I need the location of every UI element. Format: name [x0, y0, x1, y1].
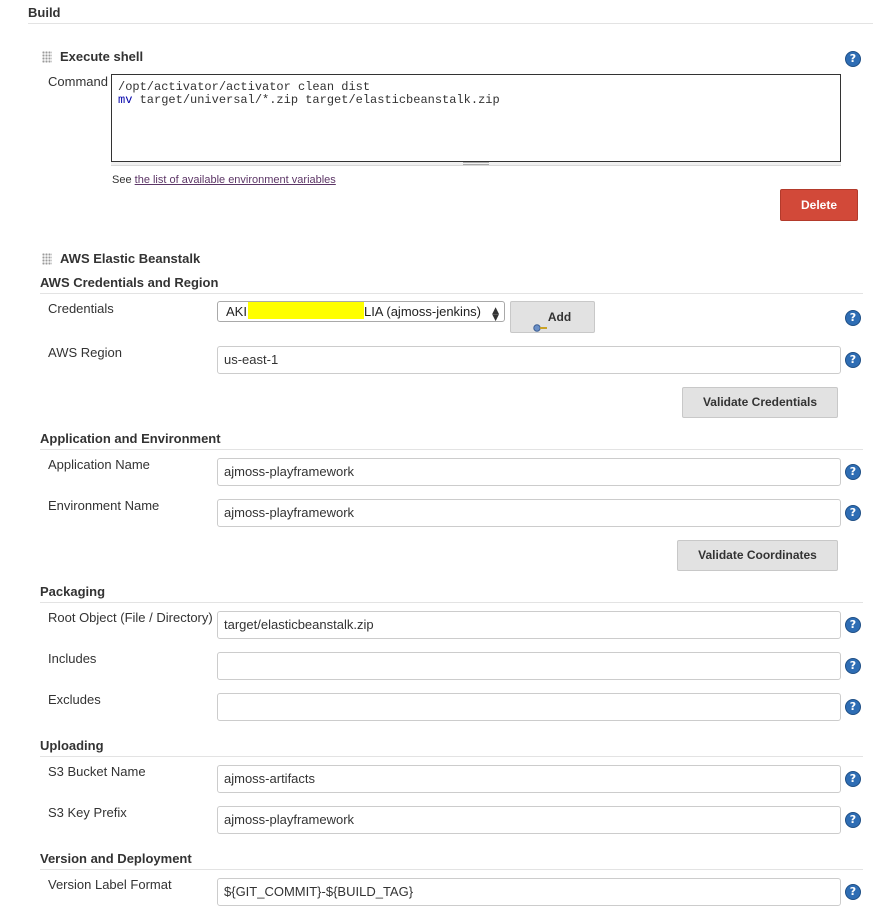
help-icon[interactable]: ? — [845, 310, 861, 326]
region-label: AWS Region — [48, 345, 122, 360]
root-object-label: Root Object (File / Directory) — [48, 610, 213, 625]
env-name-input[interactable]: ajmoss-playframework — [217, 499, 841, 527]
app-name-input[interactable]: ajmoss-playframework — [217, 458, 841, 486]
credentials-label: Credentials — [48, 301, 114, 316]
textarea-resize-bar[interactable] — [111, 162, 841, 166]
bucket-input[interactable]: ajmoss-artifacts — [217, 765, 841, 793]
validate-credentials-button[interactable]: Validate Credentials — [682, 387, 838, 418]
key-prefix-label: S3 Key Prefix — [48, 805, 127, 820]
delete-button[interactable]: Delete — [780, 189, 858, 221]
help-icon[interactable]: ? — [845, 352, 861, 368]
build-section-title: Build — [28, 5, 61, 20]
shell-keyword: mv — [118, 93, 133, 107]
uploading-section-title: Uploading — [40, 738, 104, 753]
includes-label: Includes — [48, 651, 97, 666]
divider — [40, 869, 863, 870]
env-vars-hint: See the list of available environment va… — [112, 174, 336, 186]
divider — [40, 293, 863, 294]
beanstalk-title: AWS Elastic Beanstalk — [60, 251, 201, 266]
key-prefix-input[interactable]: ajmoss-playframework — [217, 806, 841, 834]
app-section-title: Application and Environment — [40, 431, 221, 446]
divider — [40, 756, 863, 757]
help-icon[interactable]: ? — [845, 812, 861, 828]
includes-input[interactable] — [217, 652, 841, 680]
root-object-input[interactable]: target/elasticbeanstalk.zip — [217, 611, 841, 639]
add-credentials-button[interactable]: Add — [510, 301, 595, 333]
command-line: mv target/universal/*.zip target/elastic… — [118, 94, 834, 107]
help-icon[interactable]: ? — [845, 658, 861, 674]
add-label: Add — [547, 310, 572, 324]
help-icon[interactable]: ? — [845, 505, 861, 521]
help-icon[interactable]: ? — [845, 617, 861, 633]
command-label: Command — [48, 74, 108, 89]
version-label-format-input[interactable]: ${GIT_COMMIT}-${BUILD_TAG} — [217, 878, 841, 906]
divider — [40, 602, 863, 603]
validate-coordinates-button[interactable]: Validate Coordinates — [677, 540, 838, 571]
excludes-label: Excludes — [48, 692, 101, 707]
bucket-label: S3 Bucket Name — [48, 764, 146, 779]
redaction-highlight — [247, 302, 364, 319]
key-icon — [533, 313, 547, 332]
help-icon[interactable]: ? — [845, 771, 861, 787]
command-textarea[interactable]: /opt/activator/activator clean dist mv t… — [111, 74, 841, 162]
credentials-suffix: LIA (ajmoss-jenkins) — [363, 304, 482, 319]
version-label-format-label: Version Label Format — [48, 877, 172, 892]
resize-grip-icon[interactable] — [463, 162, 489, 165]
execute-shell-title: Execute shell — [60, 49, 144, 64]
env-name-label: Environment Name — [48, 498, 160, 513]
command-args: target/universal/*.zip target/elasticbea… — [132, 93, 500, 107]
env-vars-link[interactable]: the list of available environment variab… — [135, 174, 336, 186]
credentials-prefix: AKI — [226, 304, 247, 319]
help-icon[interactable]: ? — [845, 51, 861, 67]
region-input[interactable]: us-east-1 — [217, 346, 841, 374]
credentials-section-title: AWS Credentials and Region — [40, 275, 219, 290]
drag-handle-icon[interactable] — [42, 51, 52, 63]
drag-handle-icon[interactable] — [42, 253, 52, 265]
version-section-title: Version and Deployment — [40, 851, 192, 866]
select-arrows-icon: ▼ — [492, 313, 499, 323]
help-icon[interactable]: ? — [845, 699, 861, 715]
help-icon[interactable]: ? — [845, 464, 861, 480]
divider — [40, 449, 863, 450]
app-name-label: Application Name — [48, 457, 150, 472]
divider — [28, 23, 873, 24]
packaging-section-title: Packaging — [40, 584, 106, 599]
credentials-select[interactable]: AKI LIA (ajmoss-jenkins) ▲ ▼ — [217, 301, 505, 323]
help-icon[interactable]: ? — [845, 884, 861, 900]
excludes-input[interactable] — [217, 693, 841, 721]
see-text: See — [112, 174, 132, 186]
